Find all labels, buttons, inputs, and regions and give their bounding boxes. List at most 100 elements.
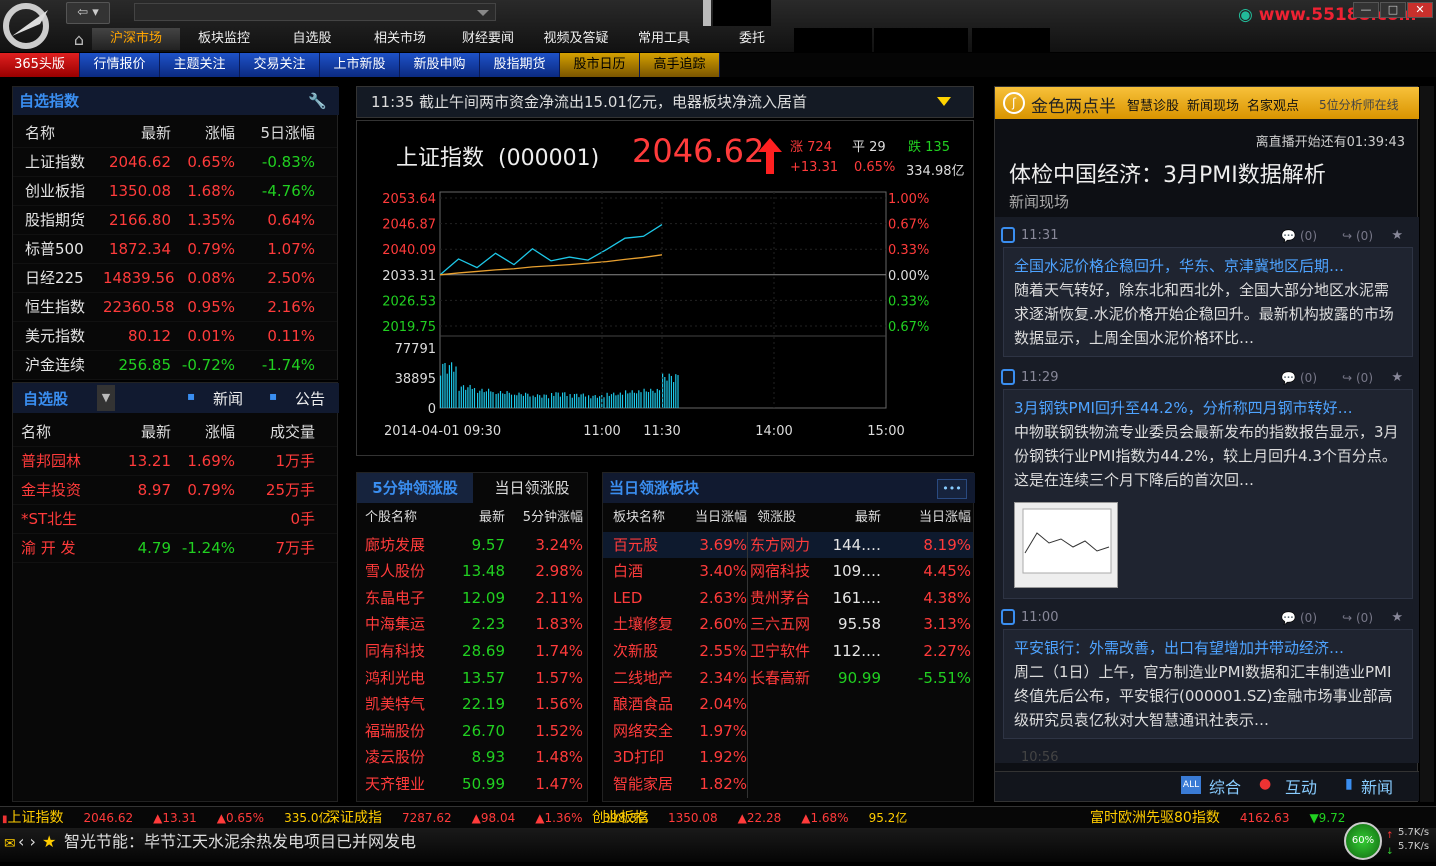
table-row[interactable]: 二线地产 2.34% 长春高新 90.99 -5.51% — [603, 664, 973, 692]
news-title[interactable]: 平安银行：外需改善，出口有望增加并带动经济… — [1014, 636, 1402, 660]
back-forward-icon[interactable]: ⇦ ▾ — [66, 2, 110, 24]
more-icon[interactable]: ••• — [937, 479, 967, 499]
volume-bar — [448, 365, 450, 408]
table-row[interactable]: 美元指数 80.12 0.01% 0.11% — [13, 322, 337, 351]
share-count[interactable]: ↪ (0) — [1342, 225, 1373, 247]
table-row[interactable]: *ST北生 0手 — [13, 505, 337, 534]
table-row[interactable]: 东晶电子 12.09 2.11% — [357, 585, 587, 612]
comment-count[interactable]: 💬 (0) — [1281, 367, 1317, 389]
news-card[interactable]: 全国水泥价格企稳回升，华东、京津冀地区后期… 随着天气转好，除东北和西北外，全国大… — [1003, 247, 1413, 357]
star-icon[interactable]: ★ — [1391, 225, 1403, 247]
tab-diagnosis[interactable]: 智慧诊股 — [1127, 95, 1179, 114]
table-row[interactable]: 廊坊发展 9.57 3.24% — [357, 532, 587, 559]
menu-item[interactable]: 委托 — [708, 28, 796, 50]
sub-menu-item[interactable]: 新股申购 — [400, 53, 480, 77]
tab-news[interactable]: 新闻 — [1361, 774, 1393, 798]
table-row[interactable]: 中海集运 2.23 1.83% — [357, 611, 587, 638]
menu-item[interactable]: 财经要闻 — [444, 28, 532, 50]
table-row[interactable]: 同有科技 28.69 1.74% — [357, 638, 587, 665]
table-row[interactable]: 鸿利光电 13.57 1.57% — [357, 665, 587, 692]
menu-item[interactable]: 相关市场 — [356, 28, 444, 50]
table-row[interactable]: 酿酒食品 2.04% — [603, 691, 973, 718]
notice-tab[interactable]: 公告 — [295, 388, 325, 409]
news-title[interactable]: 3月钢铁PMI回升至44.2%，分析称四月钢市转好… — [1014, 396, 1402, 420]
chevron-down-icon[interactable] — [477, 10, 489, 16]
sub-menu-item[interactable]: 股指期货 — [480, 53, 560, 77]
menu-item[interactable]: 板块监控 — [180, 28, 268, 50]
news-card[interactable]: 3月钢铁PMI回升至44.2%，分析称四月钢市转好… 中物联钢铁物流专业委员会最新… — [1003, 389, 1413, 599]
table-row[interactable]: 沪金连续 256.85 -0.72% -1.74% — [13, 351, 337, 380]
table-row[interactable]: 福瑞股份 26.70 1.52% — [357, 718, 587, 745]
wrench-icon[interactable]: 🔧 — [308, 87, 327, 115]
volume-bar — [504, 393, 506, 408]
table-row[interactable]: 日经225 14839.56 0.08% 2.50% — [13, 264, 337, 293]
chevron-down-icon[interactable] — [937, 97, 951, 106]
close-icon[interactable]: ✕ — [1407, 2, 1433, 18]
table-row[interactable]: 白酒 3.40% 网宿科技 109.… 4.45% — [603, 558, 973, 585]
news-item[interactable]: 11:31 💬 (0) ↪ (0) ★ 全国水泥价格企稳回升，华东、京津冀地区后期… 随着… — [1001, 225, 1413, 357]
news-thumbnail[interactable] — [1014, 502, 1118, 588]
news-tab[interactable]: 新闻 — [213, 388, 243, 409]
comment-count[interactable]: 💬 (0) — [1281, 607, 1317, 629]
table-row[interactable]: 上证指数 2046.62 0.65% -0.83% — [13, 148, 337, 177]
chevron-down-icon[interactable]: ▼ — [97, 385, 115, 411]
menu-item[interactable]: 视频及答疑 — [532, 28, 620, 50]
news-item[interactable]: 11:00 💬 (0) ↪ (0) ★ 平安银行：外需改善，出口有望增加并带动经济… 周二… — [1001, 607, 1413, 739]
menu-item[interactable]: 沪深市场 — [92, 28, 180, 50]
search-combobox[interactable] — [134, 3, 496, 21]
table-row[interactable]: 标普500 1872.34 0.79% 1.07% — [13, 235, 337, 264]
scrollbar[interactable] — [1420, 86, 1434, 802]
tab-all[interactable]: 综合 — [1209, 774, 1241, 798]
home-icon[interactable]: ⌂ — [68, 30, 90, 50]
table-row[interactable]: 百元股 3.69% 东方网力 144.… 8.19% — [603, 531, 973, 559]
sub-menu-item[interactable]: 交易关注 — [240, 53, 320, 77]
table-row[interactable]: 次新股 2.55% 卫宁软件 112.… 2.27% — [603, 637, 973, 665]
news-card[interactable]: 平安银行：外需改善，出口有望增加并带动经济… 周二（1日）上午，官方制造业PMI数… — [1003, 629, 1413, 739]
tab-news-live[interactable]: 新闻现场 — [1187, 95, 1239, 114]
table-row[interactable]: 股指期货 2166.80 1.35% 0.64% — [13, 206, 337, 235]
intraday-chart[interactable]: 2053.64 1.00% 2046.87 0.67% 2040.09 0.33% 2033… — [356, 180, 974, 452]
table-row[interactable]: 普邦园林 13.21 1.69% 1万手 — [13, 447, 337, 476]
tab-experts[interactable]: 名家观点 — [1247, 95, 1299, 114]
sub-menu-item[interactable]: 股市日历 — [560, 53, 640, 77]
menu-item[interactable]: 常用工具 — [620, 28, 708, 50]
sub-menu-item[interactable]: 365头版 — [0, 53, 80, 77]
table-row[interactable]: 雪人股份 13.48 2.98% — [357, 558, 587, 585]
sub-menu-item[interactable]: 行情报价 — [80, 53, 160, 77]
table-row[interactable]: LED 2.63% 贵州茅台 161.… 4.38% — [603, 584, 973, 612]
table-row[interactable]: 凌云股份 8.93 1.48% — [357, 744, 587, 771]
table-row[interactable]: 金丰投资 8.97 0.79% 25万手 — [13, 476, 337, 505]
table-row[interactable]: 天齐锂业 50.99 1.47% — [357, 771, 587, 798]
news-feed[interactable]: 11:31 💬 (0) ↪ (0) ★ 全国水泥价格企稳回升，华东、京津冀地区后期… 随着… — [995, 217, 1419, 765]
star-icon[interactable]: ★ — [1391, 607, 1403, 629]
prev-next-icon[interactable]: ‹ › — [18, 828, 36, 856]
tab-day-gainers[interactable]: 当日领涨股 — [475, 473, 589, 503]
comment-count[interactable]: 💬 (0) — [1281, 225, 1317, 247]
news-item[interactable]: 11:29 💬 (0) ↪ (0) ★ 3月钢铁PMI回升至44.2%，分析称四月钢市转… — [1001, 367, 1413, 599]
mail-icon[interactable]: ✉ — [4, 830, 16, 858]
share-count[interactable]: ↪ (0) — [1342, 607, 1373, 629]
news-title[interactable]: 全国水泥价格企稳回升，华东、京津冀地区后期… — [1014, 254, 1402, 278]
minimize-icon[interactable]: — — [1353, 2, 1379, 18]
star-icon[interactable]: ★ — [42, 828, 56, 856]
table-row[interactable]: 智能家居 1.82% — [603, 770, 973, 798]
tab-5min-gainers[interactable]: 5分钟领涨股 — [357, 473, 473, 503]
table-row[interactable]: 网络安全 1.97% — [603, 717, 973, 745]
maximize-icon[interactable]: □ — [1380, 2, 1406, 18]
tab-interact[interactable]: 互动 — [1285, 774, 1317, 798]
table-row[interactable]: 3D打印 1.92% — [603, 744, 973, 771]
sub-menu-item[interactable]: 上市新股 — [320, 53, 400, 77]
table-row[interactable]: 渝 开 发 4.79 -1.24% 7万手 — [13, 534, 337, 563]
table-row[interactable]: 凯美特气 22.19 1.56% — [357, 691, 587, 718]
table-row[interactable]: 土壤修复 2.60% 三六五网 95.58 3.13% — [603, 611, 973, 638]
table-row[interactable]: 恒生指数 22360.58 0.95% 2.16% — [13, 293, 337, 322]
share-count[interactable]: ↪ (0) — [1342, 367, 1373, 389]
table-row[interactable]: 创业板指 1350.08 1.68% -4.76% — [13, 177, 337, 206]
menu-item[interactable]: 自选股 — [268, 28, 356, 50]
quote-pct: 0.65% — [854, 160, 896, 175]
scroll-news[interactable]: 智光节能：毕节江天水泥余热发电项目已并网发电 — [64, 828, 416, 856]
news-ticker[interactable]: 11:35 截止午间两市资金净流出15.01亿元，电器板块净流入居首 — [356, 86, 974, 118]
star-icon[interactable]: ★ — [1391, 367, 1403, 389]
sub-menu-item[interactable]: 高手追踪 — [640, 53, 720, 77]
sub-menu-item[interactable]: 主题关注 — [160, 53, 240, 77]
